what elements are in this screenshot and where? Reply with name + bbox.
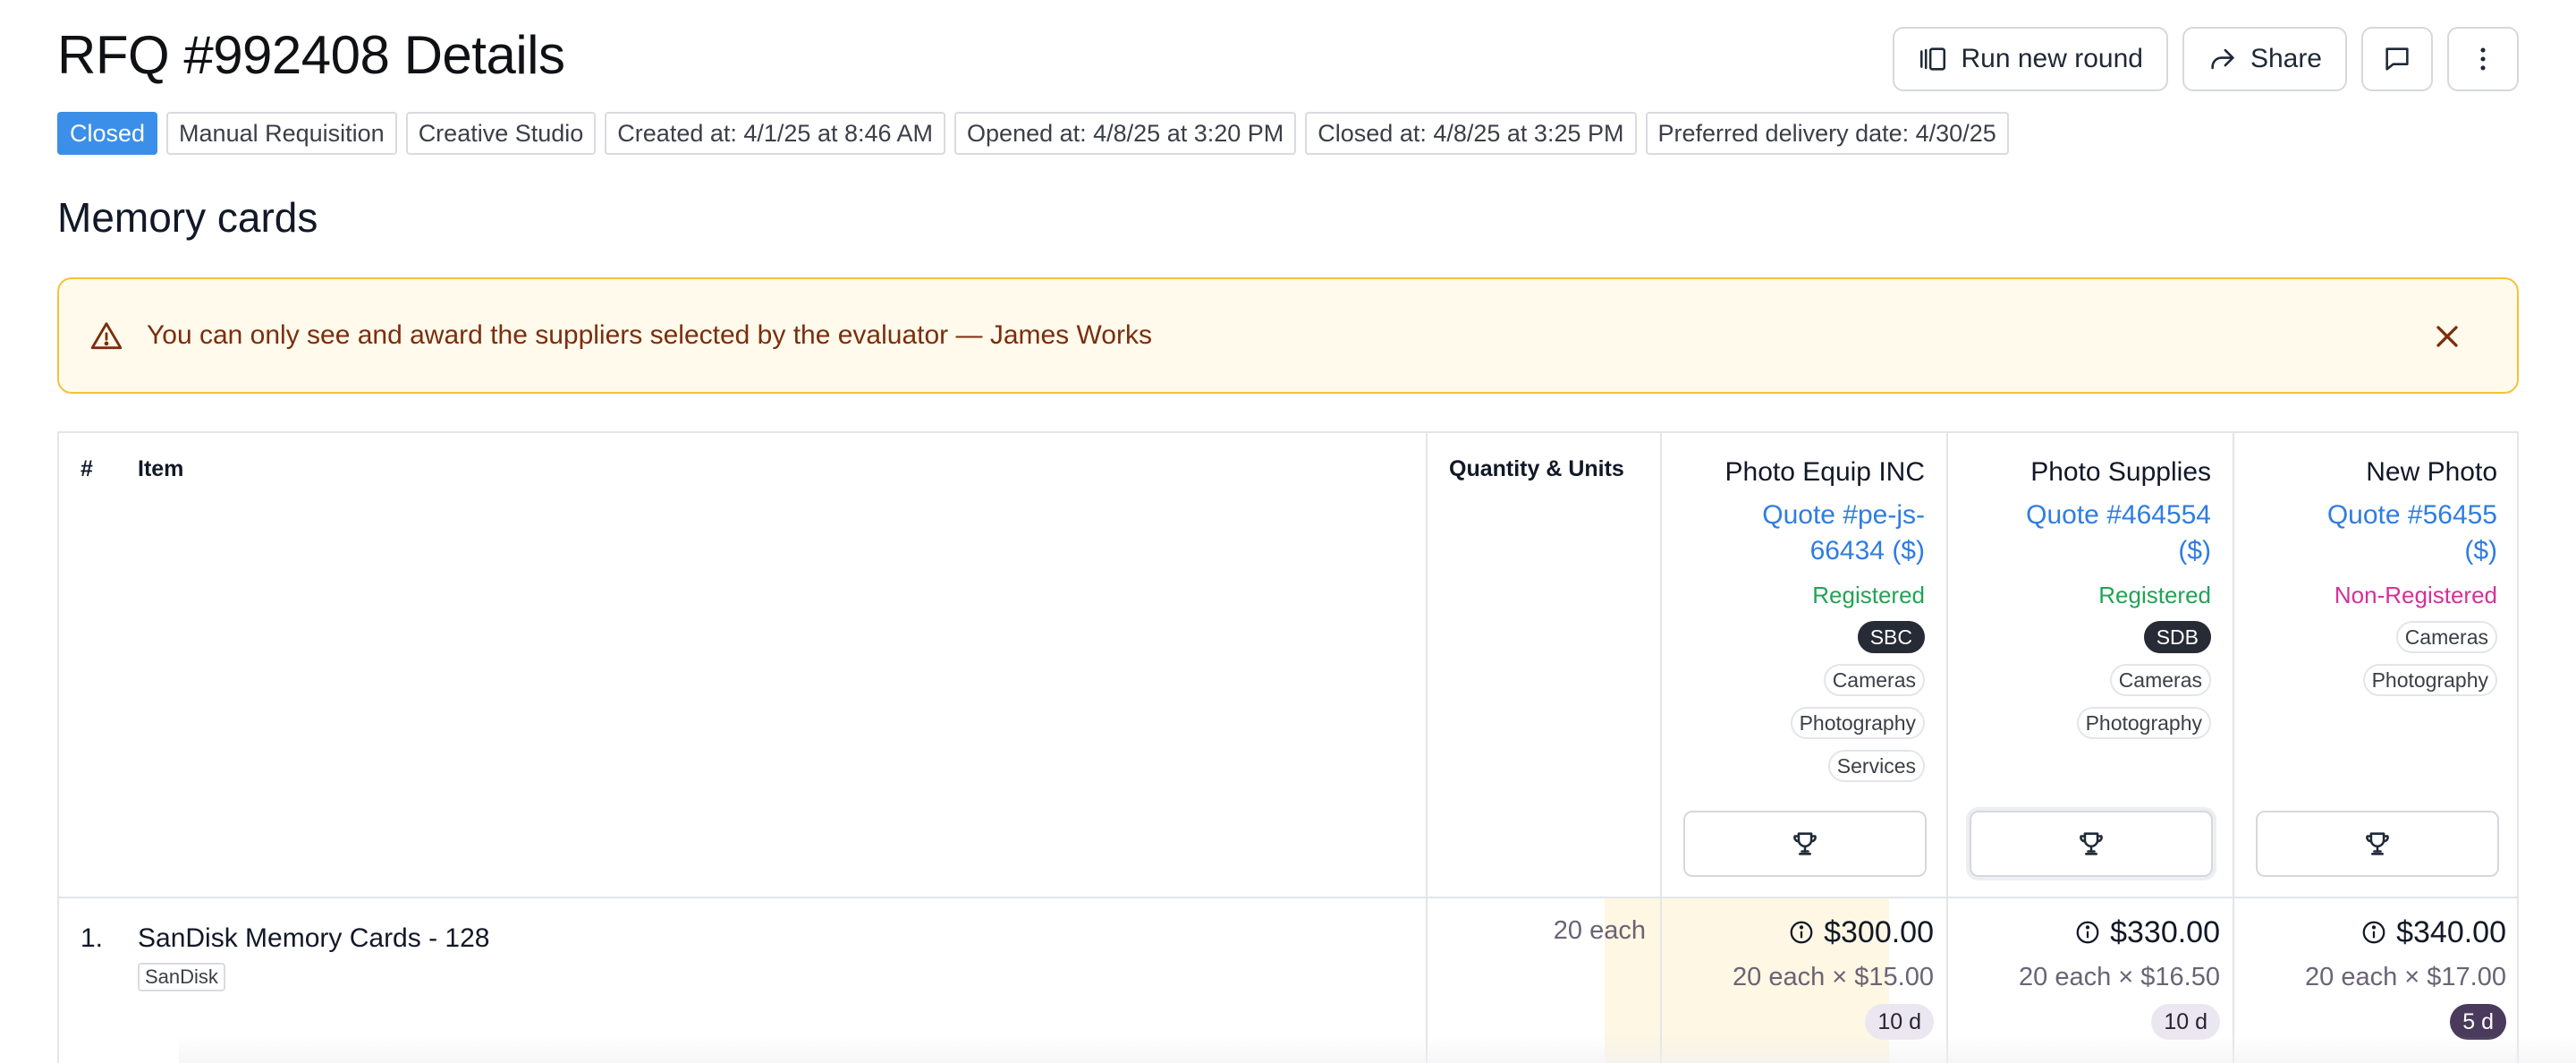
price-calculation: 20 each × $16.50: [2019, 963, 2220, 991]
scroll-fade: [179, 1036, 2576, 1063]
lead-time-badge: 5 d: [2450, 1004, 2506, 1040]
quote-link[interactable]: Quote #pe-js- 66434 ($): [1662, 497, 1925, 569]
award-button[interactable]: [1683, 811, 1927, 877]
more-vertical-icon: [2480, 47, 2486, 71]
comment-icon: [2385, 47, 2409, 71]
price-amount: $340.00: [2234, 913, 2506, 952]
price-cell: $330.00 20 each × $16.50 10 d: [1948, 913, 2234, 1040]
supplier-header: New Photo Quote #56455 ($) Non-Registere…: [2234, 455, 2521, 696]
brand-tag: SanDisk: [138, 963, 225, 991]
registration-status: Non-Registered: [2334, 582, 2497, 608]
page-title: RFQ #992408 Details: [57, 25, 565, 85]
columns-icon: [1920, 47, 1946, 71]
col-header-item: Item: [138, 456, 184, 481]
quote-link-line: Quote #464554: [2026, 500, 2211, 530]
quote-link-line: Quote #pe-js-: [1762, 500, 1925, 530]
category-tag: Photography: [2076, 707, 2211, 739]
rfq-badges: Closed Manual Requisition Creative Studi…: [57, 112, 2009, 155]
column-divider: [1426, 433, 1428, 1063]
info-icon[interactable]: [1788, 919, 1815, 946]
registration-status: Registered: [2098, 582, 2211, 608]
share-button[interactable]: Share: [2182, 27, 2347, 91]
supplier-name: New Photo: [2366, 457, 2497, 487]
quote-link-line: ($): [2178, 536, 2211, 566]
share-icon: [2211, 48, 2234, 70]
run-new-round-label: Run new round: [1961, 44, 2143, 73]
price-calculation: 20 each × $15.00: [1733, 963, 1934, 991]
price-cell: $300.00 20 each × $15.00 10 d: [1662, 913, 1948, 1040]
supplier-tags: Cameras Photography: [2234, 621, 2497, 696]
warning-icon: [90, 322, 123, 350]
price-total: $300.00: [1824, 915, 1934, 949]
type-badge: Manual Requisition: [166, 112, 397, 155]
more-options-button[interactable]: [2447, 27, 2519, 91]
price-total: $330.00: [2110, 915, 2220, 949]
quote-link-line: ($): [2464, 536, 2497, 566]
quote-link[interactable]: Quote #464554 ($): [1948, 497, 2211, 569]
trophy-icon: [2080, 832, 2103, 855]
quote-link[interactable]: Quote #56455 ($): [2234, 497, 2497, 569]
close-icon[interactable]: [2429, 319, 2465, 354]
registration-status: Registered: [1812, 582, 1925, 608]
alert-message: You can only see and award the suppliers…: [147, 320, 1152, 350]
price-amount: $300.00: [1662, 913, 1934, 952]
delivery-date-badge: Preferred delivery date: 4/30/25: [1645, 112, 2009, 155]
category-tag: Cameras: [2395, 621, 2497, 653]
lead-time-badge: 10 d: [2151, 1004, 2220, 1040]
department-badge: Creative Studio: [405, 112, 597, 155]
category-tag: Photography: [2362, 664, 2497, 696]
quote-comparison-table: # Item Quantity & Units Photo Equip INC …: [57, 431, 2519, 1063]
section-title: Memory cards: [57, 194, 318, 241]
supplier-header: Photo Equip INC Quote #pe-js- 66434 ($) …: [1662, 455, 1948, 782]
supplier-code-badge: SDB: [2143, 621, 2211, 653]
page-header: RFQ #992408 Details Run new round Share: [57, 23, 2519, 91]
supplier-name: Photo Equip INC: [1724, 457, 1925, 487]
evaluator-alert: You can only see and award the suppliers…: [57, 277, 2519, 394]
opened-badge: Opened at: 4/8/25 at 3:20 PM: [954, 112, 1297, 155]
price-cell: $340.00 20 each × $17.00 5 d: [2234, 913, 2521, 1040]
supplier-header: Photo Supplies Quote #464554 ($) Registe…: [1948, 455, 2234, 739]
quote-link-line: 66434 ($): [1809, 536, 1925, 566]
row-divider: [59, 897, 2517, 898]
category-tag: Cameras: [1823, 664, 1925, 696]
supplier-tags: SDB Cameras Photography: [1948, 621, 2211, 739]
share-label: Share: [2250, 44, 2322, 73]
award-button[interactable]: [1970, 811, 2213, 877]
item-quantity: 20 each: [1553, 916, 1646, 945]
category-tag: Cameras: [2109, 664, 2211, 696]
trophy-icon: [1793, 832, 1817, 855]
created-badge: Created at: 4/1/25 at 8:46 AM: [605, 112, 946, 155]
closed-badge: Closed at: 4/8/25 at 3:25 PM: [1305, 112, 1637, 155]
col-header-quantity: Quantity & Units: [1449, 456, 1624, 481]
category-tag: Photography: [1790, 707, 1925, 739]
price-total: $340.00: [2396, 915, 2506, 949]
supplier-code-badge: SBC: [1857, 621, 1925, 653]
run-new-round-button[interactable]: Run new round: [1893, 27, 2168, 91]
info-icon[interactable]: [2360, 919, 2387, 946]
lead-time-badge: 10 d: [1865, 1004, 1934, 1040]
price-amount: $330.00: [1948, 913, 2220, 952]
category-tag: Services: [1827, 750, 1925, 782]
row-number: 1.: [80, 923, 104, 953]
supplier-tags: SBC Cameras Photography Services: [1662, 621, 1925, 782]
trophy-icon: [2366, 832, 2389, 855]
col-header-num: #: [80, 456, 93, 481]
header-actions: Run new round Share: [1893, 27, 2519, 91]
award-button[interactable]: [2256, 811, 2499, 877]
quote-link-line: Quote #56455: [2326, 500, 2497, 530]
price-calculation: 20 each × $17.00: [2305, 963, 2506, 991]
supplier-name: Photo Supplies: [2030, 457, 2211, 487]
status-badge: Closed: [57, 112, 158, 155]
info-icon[interactable]: [2074, 919, 2101, 946]
comment-button[interactable]: [2361, 27, 2433, 91]
item-name: SanDisk Memory Cards - 128: [138, 923, 490, 953]
